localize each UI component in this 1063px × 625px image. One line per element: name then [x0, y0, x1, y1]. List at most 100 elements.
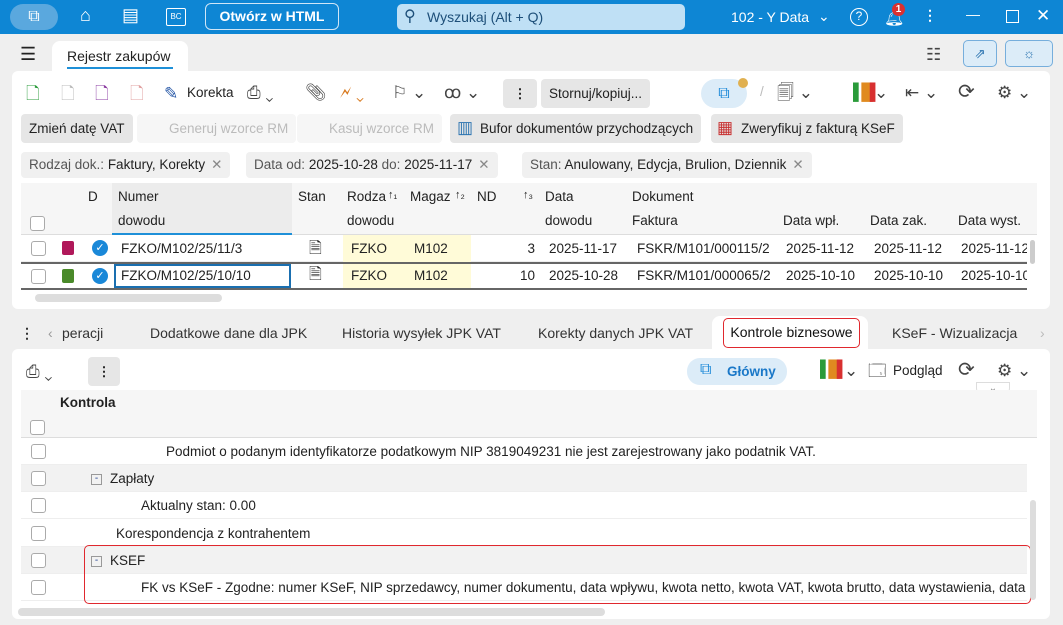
app-logo-icon[interactable]: ⧉ — [10, 4, 58, 30]
news-icon[interactable]: ▤ — [122, 5, 139, 26]
col-data-wpl[interactable]: Data wpł. — [783, 213, 839, 228]
hamburger-menu-icon[interactable]: ☰ — [20, 44, 36, 65]
table-row[interactable]: ✓ FZKO/M102/25/11/3 🗎 FZKO M102 3 2025-1… — [21, 235, 1027, 262]
maximize-icon[interactable] — [1006, 10, 1019, 23]
tab-ksef-wizualizacja[interactable]: KSeF - Wizualizacja — [892, 325, 1017, 341]
col-faktura[interactable]: Faktura — [632, 213, 678, 228]
separator: / — [760, 84, 764, 99]
flag-icon[interactable]: ⚐ ⌄ — [392, 83, 426, 103]
lightbulb-button[interactable]: ☼ — [1005, 40, 1053, 67]
preview-icon[interactable]: 🗔 — [868, 361, 886, 381]
table-row-selected[interactable]: ✓ FZKO/M102/25/10/10 🗎 FZKO M102 10 2025… — [21, 262, 1027, 290]
panel-left-icon[interactable]: ⇤ ⌄ — [905, 83, 938, 103]
document-layout-icon[interactable]: 🗐 ⌄ — [777, 83, 813, 103]
row-checkbox[interactable] — [31, 580, 46, 595]
horizontal-scrollbar[interactable] — [18, 608, 605, 616]
more-icon[interactable]: ⋮ — [923, 7, 937, 24]
bc-icon[interactable]: BC — [166, 8, 186, 26]
select-all-checkbox[interactable] — [30, 216, 45, 231]
remove-filter-icon[interactable]: ✕ — [211, 157, 222, 172]
add-document-icon[interactable]: 🗋 — [26, 84, 40, 104]
row-checkbox[interactable] — [31, 241, 46, 256]
document-action-icon[interactable]: 🗲 ⌄ — [340, 83, 364, 103]
close-icon[interactable]: ✕ — [1036, 6, 1050, 26]
buffer-icon: ▥ — [457, 118, 474, 137]
footsteps-icon[interactable]: ꝏ ⌄ — [444, 83, 480, 103]
col-data-zak[interactable]: Data zak. — [870, 213, 927, 228]
korekta-icon[interactable]: ✎ — [164, 84, 178, 104]
verify-icon: ▦ — [717, 118, 734, 137]
col-stan[interactable]: Stan — [298, 189, 326, 204]
tab-korekty-danych[interactable]: Korekty danych JPK VAT — [538, 325, 693, 341]
info-document-icon[interactable]: 🗋 — [95, 84, 109, 104]
chevron-down-icon[interactable]: ⌄ — [844, 361, 858, 381]
remove-filter-icon[interactable]: ✕ — [478, 157, 489, 172]
filter-chip-rodzaj[interactable]: Rodzaj dok.: Faktury, Korekty ✕ — [21, 152, 231, 178]
stornuj-button[interactable]: Stornuj/kopiuj... — [541, 79, 651, 108]
korekta-button[interactable]: Korekta — [187, 85, 234, 100]
chevron-down-icon[interactable]: ⌄ — [818, 8, 830, 25]
collapse-icon[interactable]: - — [91, 473, 102, 485]
row-checkbox[interactable] — [31, 498, 46, 513]
select-all-checkbox[interactable] — [30, 420, 45, 435]
print-icon[interactable]: ⎙ ⌄ — [26, 362, 52, 382]
col-d[interactable]: D — [88, 189, 98, 204]
tab-historia-wysylek[interactable]: Historia wysyłek JPK VAT — [342, 325, 501, 341]
list-item[interactable]: Aktualny stan: 0.00 — [21, 492, 1027, 519]
help-icon[interactable]: ? — [850, 8, 868, 26]
more-tabs-icon[interactable]: ⋮ — [20, 325, 34, 342]
col-nd[interactable]: ND — [477, 189, 497, 204]
search-input[interactable]: ⚲ Wyszukaj (Alt + Q) — [397, 4, 685, 30]
row-checkbox[interactable] — [31, 526, 46, 541]
zmien-date-vat-button[interactable]: Zmień datę VAT — [21, 114, 133, 143]
tabs-scroll-right-icon[interactable]: › — [1040, 325, 1045, 341]
row-checkbox[interactable] — [31, 444, 46, 459]
col-data[interactable]: Data — [545, 189, 574, 204]
tab-operacji[interactable]: peracji — [62, 325, 103, 341]
tab-rejestr-zakupow[interactable]: Rejestr zakupów — [52, 41, 188, 73]
col-rodzaj[interactable]: Rodza — [347, 189, 386, 204]
chevron-down-icon[interactable]: ⌄ — [874, 83, 888, 103]
filter-chip-stan[interactable]: Stan: Anulowany, Edycja, Brulion, Dzienn… — [522, 152, 812, 178]
chart-icon[interactable]: ▌█▌ — [820, 361, 848, 379]
more-options-button[interactable]: ⋮ — [503, 79, 537, 108]
list-item[interactable]: - Zapłaty — [21, 465, 1027, 492]
col-kontrola[interactable]: Kontrola — [60, 395, 116, 410]
vertical-scrollbar[interactable] — [1030, 240, 1035, 264]
remove-filter-icon[interactable]: ✕ — [792, 157, 803, 172]
more-options-button[interactable]: ⋮ — [88, 357, 120, 386]
podglad-button[interactable]: Podgląd — [893, 363, 943, 378]
row-checkbox[interactable] — [31, 269, 46, 284]
col-magazyn[interactable]: Magaz — [410, 189, 451, 204]
settings-icon[interactable]: ⚙ ⌄ — [997, 83, 1031, 103]
horizontal-scrollbar[interactable] — [35, 294, 222, 302]
open-html-button[interactable]: Otwórz w HTML — [205, 3, 339, 30]
list-item[interactable]: Korespondencja z kontrahentem — [21, 520, 1027, 547]
bufor-button[interactable]: Bufor dokumentów przychodzących — [450, 114, 702, 143]
filter-chip-data[interactable]: Data od: 2025-10-28 do: 2025-11-17 ✕ — [246, 152, 498, 178]
tab-dodatkowe-dane-jpk[interactable]: Dodatkowe dane dla JPK — [150, 325, 307, 341]
col-numer[interactable]: Numer — [118, 189, 159, 204]
home-icon[interactable]: ⌂ — [80, 5, 91, 26]
attachment-icon[interactable]: 📎︎ — [305, 83, 327, 103]
cell-faktura: FSKR/M101/000065/2 — [637, 268, 771, 283]
row-checkbox[interactable] — [31, 471, 46, 486]
minimize-icon[interactable]: — — [966, 6, 980, 22]
document-icon[interactable]: 🗎 — [309, 261, 322, 288]
refresh-icon[interactable]: ⟳ — [958, 360, 975, 380]
list-view-icon[interactable]: ☷ — [926, 45, 941, 65]
refresh-icon[interactable]: ⟳ — [958, 82, 975, 102]
print-icon[interactable]: ⎙ ⌄ — [247, 83, 273, 103]
vertical-scrollbar[interactable] — [1030, 500, 1036, 600]
share-button[interactable]: ⇗ — [963, 40, 997, 67]
tab-kontrole-biznesowe[interactable]: Kontrole biznesowe — [723, 318, 860, 348]
list-item[interactable]: Podmiot o podanym identyfikatorze podatk… — [21, 438, 1027, 465]
cell-numer[interactable]: FZKO/M102/25/10/10 — [114, 264, 291, 288]
col-data-wyst[interactable]: Data wyst. — [958, 213, 1028, 228]
tabs-scroll-left-icon[interactable]: ‹ — [48, 325, 53, 341]
settings-icon[interactable]: ⚙ ⌄ — [997, 361, 1031, 381]
document-icon[interactable]: 🗎 — [309, 235, 322, 262]
zweryfikuj-ksef-button[interactable]: Zweryfikuj z fakturą KSeF — [711, 114, 903, 143]
company-selector[interactable]: 102 - Y Data — [731, 9, 809, 25]
row-checkbox[interactable] — [31, 553, 46, 568]
